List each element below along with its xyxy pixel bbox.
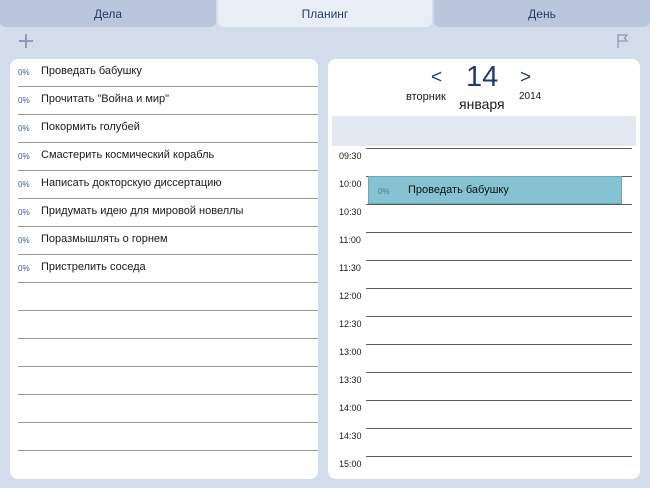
task-progress: 0% xyxy=(18,68,30,77)
day-number: 14 xyxy=(466,61,499,93)
task-progress: 0% xyxy=(18,96,30,105)
time-label: 13:00 xyxy=(339,347,362,357)
task-row[interactable]: 0% Пристрелить соседа xyxy=(18,255,318,283)
event-progress: 0% xyxy=(378,187,390,196)
plus-icon[interactable] xyxy=(18,33,34,49)
task-row[interactable]: 0% Прочитать "Война и мир" xyxy=(18,87,318,115)
time-label: 11:00 xyxy=(339,235,361,245)
tab-planing[interactable]: Планинг xyxy=(218,0,432,27)
task-list-panel: 0% Проведать бабушку 0% Прочитать "Война… xyxy=(10,59,318,479)
all-day-area[interactable] xyxy=(332,116,636,146)
time-slot[interactable]: 14:30 xyxy=(328,428,640,456)
time-label: 12:00 xyxy=(339,291,362,301)
time-slot[interactable]: 13:00 xyxy=(328,344,640,372)
task-title: Пристрелить соседа xyxy=(41,261,146,273)
task-title: Написать докторскую диссертацию xyxy=(41,177,222,189)
time-slot[interactable]: 14:00 xyxy=(328,400,640,428)
task-row[interactable]: 0% Смастерить космический корабль xyxy=(18,143,318,171)
time-label: 11:30 xyxy=(339,263,361,273)
time-label: 14:30 xyxy=(339,431,362,441)
hour-line xyxy=(366,260,632,261)
task-progress: 0% xyxy=(18,208,30,217)
hour-line xyxy=(366,400,632,401)
task-title: Проведать бабушку xyxy=(41,65,142,77)
hour-line xyxy=(366,456,632,457)
hour-line xyxy=(366,204,632,205)
task-title: Смастерить космический корабль xyxy=(41,149,215,161)
time-slot[interactable]: 10:30 xyxy=(328,204,640,232)
time-label: 13:30 xyxy=(339,375,362,385)
task-row[interactable]: 0% Проведать бабушку xyxy=(18,59,318,87)
time-label: 15:00 xyxy=(339,459,362,469)
task-row[interactable]: 0% Поразмышлять о горнем xyxy=(18,227,318,255)
hour-line xyxy=(366,316,632,317)
hour-line xyxy=(366,288,632,289)
tab-bar: Дела Планинг День xyxy=(0,0,650,27)
empty-row xyxy=(18,367,318,395)
tab-den[interactable]: День xyxy=(434,0,650,27)
task-progress: 0% xyxy=(18,236,30,245)
date-header: < 14 > вторник января 2014 xyxy=(328,59,640,115)
event-title: Проведать бабушку xyxy=(408,184,509,196)
empty-row xyxy=(18,311,318,339)
time-label: 10:30 xyxy=(339,207,362,217)
year-label: 2014 xyxy=(519,91,542,102)
time-slot-line xyxy=(328,148,640,176)
hour-line xyxy=(366,232,632,233)
task-row[interactable]: 0% Написать докторскую диссертацию xyxy=(18,171,318,199)
hour-line xyxy=(366,344,632,345)
task-progress: 0% xyxy=(18,264,30,273)
time-slot[interactable]: 11:00 xyxy=(328,232,640,260)
hour-line xyxy=(366,372,632,373)
time-label: 12:30 xyxy=(339,319,362,329)
task-title: Придумать идею для мировой новеллы xyxy=(41,205,244,217)
time-slot[interactable]: 12:30 xyxy=(328,316,640,344)
task-progress: 0% xyxy=(18,180,30,189)
task-row[interactable]: 0% Покормить голубей xyxy=(18,115,318,143)
time-slot[interactable]: 13:30 xyxy=(328,372,640,400)
task-title: Прочитать "Война и мир" xyxy=(41,93,170,105)
task-title: Поразмышлять о горнем xyxy=(41,233,168,245)
tab-dela[interactable]: Дела xyxy=(0,0,216,27)
empty-row xyxy=(18,395,318,423)
task-progress: 0% xyxy=(18,124,30,133)
previous-day-button[interactable]: < xyxy=(431,67,442,89)
task-row[interactable]: 0% Придумать идею для мировой новеллы xyxy=(18,199,318,227)
hour-line xyxy=(366,428,632,429)
day-planner-panel: < 14 > вторник января 2014 09:30 10:00 1… xyxy=(328,59,640,479)
task-title: Покормить голубей xyxy=(41,121,140,133)
hour-line xyxy=(366,148,632,149)
empty-row xyxy=(18,339,318,367)
time-label: 14:00 xyxy=(339,403,362,413)
empty-row xyxy=(18,423,318,451)
flag-icon[interactable] xyxy=(616,33,630,49)
time-slot[interactable]: 12:00 xyxy=(328,288,640,316)
time-slot[interactable]: 15:00 xyxy=(328,456,640,479)
weekday-label: вторник xyxy=(406,91,446,103)
task-progress: 0% xyxy=(18,152,30,161)
empty-row xyxy=(18,283,318,311)
time-label: 10:00 xyxy=(339,179,362,189)
next-day-button[interactable]: > xyxy=(520,67,531,89)
time-slot[interactable]: 11:30 xyxy=(328,260,640,288)
month-label: января xyxy=(459,96,505,112)
calendar-event[interactable]: 0% Проведать бабушку xyxy=(368,176,622,204)
